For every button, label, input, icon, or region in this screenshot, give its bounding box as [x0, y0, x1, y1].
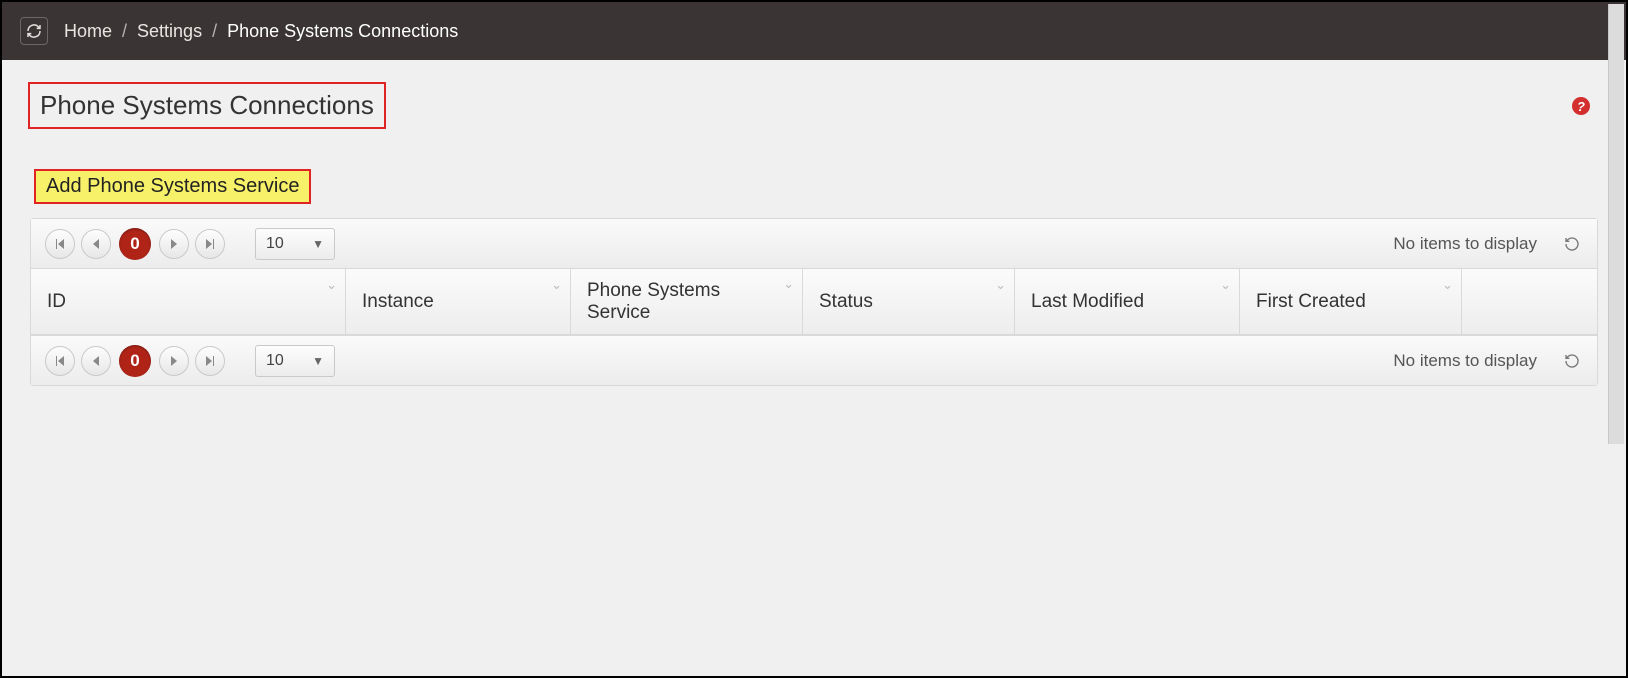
column-label: Phone Systems Service: [587, 280, 786, 324]
connections-grid: 0 10 ▼ No items to display ID: [30, 218, 1598, 386]
column-header-service[interactable]: Phone Systems Service ⌄: [571, 269, 803, 334]
column-header-modified[interactable]: Last Modified ⌄: [1015, 269, 1240, 334]
breadcrumb-home[interactable]: Home: [64, 21, 112, 42]
pager-last-button[interactable]: [195, 229, 225, 259]
pager-current-page: 0: [119, 345, 151, 377]
chevron-down-icon[interactable]: ⌄: [995, 277, 1006, 293]
column-header-id[interactable]: ID ⌄: [31, 269, 346, 334]
chevron-down-icon[interactable]: ⌄: [783, 277, 794, 292]
column-header-status[interactable]: Status ⌄: [803, 269, 1015, 334]
grid-headers: ID ⌄ Instance ⌄ Phone Systems Service ⌄ …: [31, 269, 1597, 335]
column-label: Status: [819, 291, 873, 313]
column-header-instance[interactable]: Instance ⌄: [346, 269, 571, 334]
breadcrumb-separator: /: [122, 21, 127, 42]
add-phone-systems-service-button[interactable]: Add Phone Systems Service: [34, 169, 311, 204]
pager-first-button[interactable]: [45, 346, 75, 376]
column-label: Instance: [362, 291, 434, 313]
reload-icon[interactable]: [1561, 350, 1583, 372]
page-size-value: 10: [266, 235, 284, 253]
column-header-created[interactable]: First Created ⌄: [1240, 269, 1462, 334]
pager-message: No items to display: [1393, 234, 1537, 254]
pager-prev-button[interactable]: [81, 229, 111, 259]
chevron-down-icon[interactable]: ⌄: [551, 277, 562, 293]
pager-message: No items to display: [1393, 351, 1537, 371]
chevron-down-icon[interactable]: ⌄: [326, 277, 337, 293]
chevron-down-icon: ▼: [312, 354, 324, 368]
chevron-down-icon[interactable]: ⌄: [1442, 277, 1453, 293]
breadcrumb-separator: /: [212, 21, 217, 42]
page-size-value: 10: [266, 352, 284, 370]
pager-next-button[interactable]: [159, 346, 189, 376]
page-size-select[interactable]: 10 ▼: [255, 228, 335, 260]
vertical-scrollbar[interactable]: [1608, 4, 1624, 444]
pager-bottom: 0 10 ▼ No items to display: [31, 335, 1597, 385]
pager-last-button[interactable]: [195, 346, 225, 376]
column-label: ID: [47, 291, 66, 313]
column-header-spacer: [1462, 269, 1597, 334]
breadcrumb-current: Phone Systems Connections: [227, 21, 458, 42]
page-size-select[interactable]: 10 ▼: [255, 345, 335, 377]
refresh-icon[interactable]: [20, 17, 48, 45]
pager-top: 0 10 ▼ No items to display: [31, 219, 1597, 269]
reload-icon[interactable]: [1561, 233, 1583, 255]
breadcrumb-bar: Home / Settings / Phone Systems Connecti…: [2, 2, 1626, 60]
page-content: Phone Systems Connections ? Add Phone Sy…: [2, 60, 1626, 408]
pager-prev-button[interactable]: [81, 346, 111, 376]
chevron-down-icon[interactable]: ⌄: [1220, 277, 1231, 293]
page-title: Phone Systems Connections: [28, 82, 386, 129]
help-icon[interactable]: ?: [1572, 97, 1590, 115]
pager-current-page: 0: [119, 228, 151, 260]
chevron-down-icon: ▼: [312, 237, 324, 251]
pager-next-button[interactable]: [159, 229, 189, 259]
breadcrumb-settings[interactable]: Settings: [137, 21, 202, 42]
pager-first-button[interactable]: [45, 229, 75, 259]
column-label: First Created: [1256, 291, 1366, 313]
column-label: Last Modified: [1031, 291, 1144, 313]
